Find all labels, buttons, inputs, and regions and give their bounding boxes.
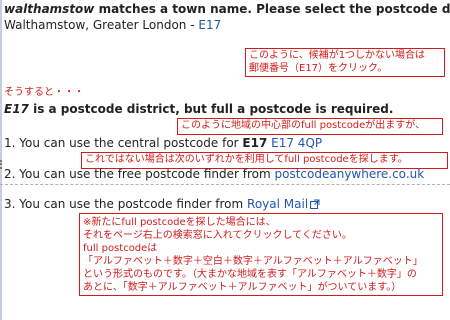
central-postcode-link[interactable]: E17 4QP [271, 136, 322, 150]
match-message: walthamstow matches a town name. Please … [4, 2, 450, 16]
location-line: Walthamstow, Greater London - E17 [4, 18, 222, 32]
search-term: walthamstow [4, 2, 95, 16]
option-3: 3. You can use the postcode finder from … [4, 197, 320, 213]
annotation-note-1: このように、候補が1つしかない場合は 郵便番号（E17）をクリック。 [245, 48, 445, 77]
district-message: E17 is a postcode district, but full a p… [4, 102, 394, 116]
option-1: 1. You can use the central postcode for … [4, 136, 323, 150]
annotation-note-4: ※新たにfull postcodeを探した場合には、 それをページ右上の検索窓に… [79, 213, 443, 296]
external-link-icon [310, 198, 320, 213]
annotation-sonoato: そうすると・・・ [4, 87, 84, 98]
annotation-note-2: このように地域の中心部のfull postcodeが出ますが、 [177, 118, 443, 135]
separator [0, 184, 450, 185]
postcode-link[interactable]: E17 [198, 18, 221, 32]
option-2: 2. You can use the free postcode finder … [4, 167, 425, 181]
postcodeanywhere-link[interactable]: postcodeanywhere.co.uk [275, 167, 425, 181]
royal-mail-link[interactable]: Royal Mail [247, 197, 308, 211]
